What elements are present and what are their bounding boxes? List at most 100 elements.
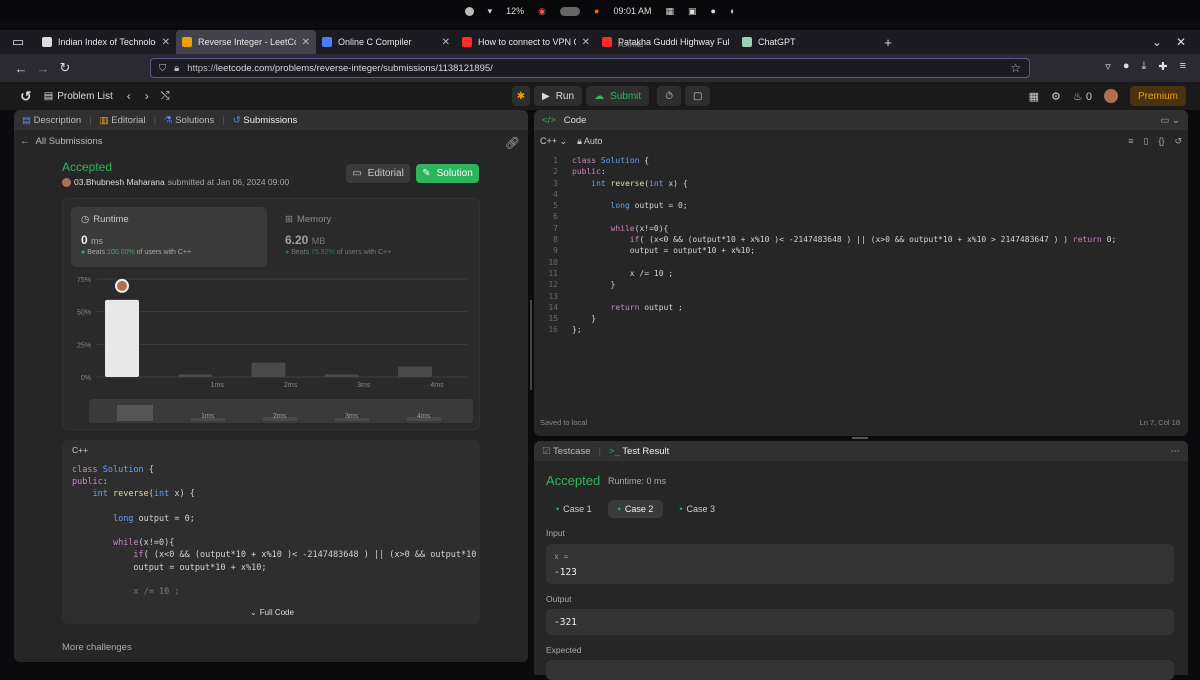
chart-bar[interactable] xyxy=(178,374,213,377)
streak-counter[interactable]: ♨ 0 xyxy=(1073,90,1092,103)
tab-submissions[interactable]: ↺ Submissions xyxy=(233,115,297,126)
case-2-tab[interactable]: • Case 2 xyxy=(607,500,664,518)
editor-line[interactable]: 14 return output ; xyxy=(542,302,1182,313)
tab-test-result[interactable]: >_ Test Result xyxy=(609,446,669,457)
leetcode-logo-icon[interactable]: ↺ xyxy=(20,88,32,105)
browser-tab-3[interactable]: How to connect to VPN Ope ✕ xyxy=(456,30,596,54)
editorial-button[interactable]: ▭ Editorial xyxy=(346,164,410,183)
avatar[interactable] xyxy=(1103,89,1118,103)
case-1-tab[interactable]: • Case 1 xyxy=(546,500,602,518)
editor-line[interactable]: 3 int reverse(int x) { xyxy=(542,178,1182,189)
wifi-icon[interactable]: ▾ xyxy=(488,6,493,17)
extensions-icon[interactable]: ✚ xyxy=(1158,60,1167,73)
code-editor[interactable]: 1 class Solution {2 public: 3 int reverse(i… xyxy=(542,155,1182,336)
expected-box[interactable] xyxy=(546,660,1174,680)
notes-button[interactable]: ▢ xyxy=(685,86,711,106)
power-icon[interactable] xyxy=(464,6,474,16)
editor-line[interactable]: 2 public: xyxy=(542,166,1182,177)
app-icon[interactable]: ◉ xyxy=(538,6,546,17)
tab-overview-icon[interactable]: ▭ xyxy=(0,34,36,50)
input-box[interactable]: x = -123 xyxy=(546,544,1174,584)
output-box[interactable]: -321 xyxy=(546,609,1174,635)
submit-button[interactable]: ☁ Submit xyxy=(586,86,650,106)
tab-testcase[interactable]: ☑ Testcase xyxy=(542,446,591,457)
case-3-tab[interactable]: • Case 3 xyxy=(669,500,725,518)
run-button[interactable]: ▶ Run xyxy=(534,86,583,106)
browser-tab-2[interactable]: Online C Compiler ✕ xyxy=(316,30,456,54)
new-tab-button[interactable]: + xyxy=(876,35,900,50)
browser-tab-5[interactable]: ChatGPT xyxy=(736,30,876,54)
shield-icon[interactable]: ⛉ xyxy=(159,63,166,74)
all-submissions-link[interactable]: ← All Submissions xyxy=(20,136,103,147)
next-problem-icon[interactable]: › xyxy=(145,89,149,103)
editor-line[interactable]: 10 xyxy=(542,257,1182,268)
download-icon[interactable]: ⤓ xyxy=(1141,60,1146,73)
close-tab-icon[interactable]: ✕ xyxy=(162,37,170,48)
editor-line[interactable]: 16}; xyxy=(542,324,1182,335)
editor-line[interactable]: 15 } xyxy=(542,313,1182,324)
browser-tab-4[interactable]: Patakha Guddi Highway Full PLAYING xyxy=(596,30,736,54)
pocket-icon[interactable]: ▿ xyxy=(1105,60,1111,73)
reset-icon[interactable]: ↺ xyxy=(1174,136,1182,147)
browser-tab-0[interactable]: Indian Index of Technology ✕ xyxy=(36,30,176,54)
chart-bar[interactable] xyxy=(324,374,359,377)
editor-line[interactable]: 5 long output = 0; xyxy=(542,200,1182,211)
chart-bar[interactable] xyxy=(398,366,433,377)
timer-button[interactable]: ⏱ xyxy=(657,86,681,106)
menu-icon[interactable]: ≡ xyxy=(1180,60,1186,73)
solution-button[interactable]: ✎ Solution xyxy=(416,164,479,183)
close-tab-icon[interactable]: ✕ xyxy=(302,37,310,48)
editor-line[interactable]: 4 xyxy=(542,189,1182,200)
format-icon[interactable]: ≡ xyxy=(1128,136,1133,147)
window-icon[interactable]: ▣ xyxy=(688,6,697,17)
palette-icon[interactable]: ◐ xyxy=(730,6,735,16)
autocomplete-toggle[interactable]: 🔒︎ Auto xyxy=(577,136,602,147)
share-link-icon[interactable]: 🔗︎ xyxy=(505,136,520,150)
premium-button[interactable]: Premium xyxy=(1129,86,1186,106)
editor-line[interactable]: 1 class Solution { xyxy=(542,155,1182,166)
lock-icon[interactable]: 🔒︎ xyxy=(174,63,179,74)
close-window-icon[interactable]: ✕ xyxy=(1176,35,1186,49)
close-tab-icon[interactable]: ✕ xyxy=(582,37,590,48)
note-icon[interactable]: ▯ xyxy=(1143,136,1148,147)
firefox-icon[interactable]: ● xyxy=(594,6,599,16)
settings-gear-icon[interactable]: ⚙ xyxy=(1051,90,1061,103)
full-code-button[interactable]: ⌄ Full Code xyxy=(250,608,294,617)
browser-tab-1[interactable]: Reverse Integer - LeetCode ✕ xyxy=(176,30,316,54)
editor-line[interactable]: 13 xyxy=(542,291,1182,302)
editor-line[interactable]: 12 } xyxy=(542,279,1182,290)
problem-list-link[interactable]: Problem List xyxy=(57,91,113,102)
layout-icon[interactable]: ▦ xyxy=(1029,90,1039,103)
account-icon[interactable]: ● xyxy=(1123,60,1130,73)
tab-editorial[interactable]: ▥ Editorial xyxy=(100,115,146,126)
ghost-icon[interactable]: ● xyxy=(711,6,716,16)
language-select[interactable]: C++ ⌄ xyxy=(540,136,567,147)
chart-scrubber[interactable]: 1ms 2ms 3ms 4ms xyxy=(89,399,473,423)
submitter-name[interactable]: 03.Bhubnesh Maharana xyxy=(74,177,165,187)
braces-icon[interactable]: {} xyxy=(1158,136,1164,147)
editor-line[interactable]: 9 output = output*10 + x%10; xyxy=(542,245,1182,256)
runtime-box[interactable]: ◷ Runtime 0 ms ● Beats 100.00% of users w… xyxy=(71,207,267,267)
bookmark-star-icon[interactable]: ☆ xyxy=(1010,61,1021,75)
close-tab-icon[interactable]: ✕ xyxy=(442,37,450,48)
memory-box[interactable]: ⊞ Memory 6.20 MB ● Beats 75.92% of users … xyxy=(275,207,471,267)
result-more-icon[interactable]: ⋯ xyxy=(1171,446,1181,457)
tab-description[interactable]: ▤ Description xyxy=(22,115,81,126)
editor-line[interactable]: 7 while(x!=0){ xyxy=(542,223,1182,234)
tab-solutions[interactable]: ⚗ Solutions xyxy=(164,115,214,126)
problem-list-icon[interactable]: ▤ xyxy=(44,91,53,102)
debug-button[interactable]: ✱ xyxy=(512,86,530,106)
horizontal-resize-handle[interactable] xyxy=(852,437,868,439)
editor-options-icon[interactable]: ▭ ⌄ xyxy=(1160,115,1180,126)
forward-icon[interactable]: → xyxy=(32,61,54,76)
chart-bar[interactable] xyxy=(105,299,139,377)
chart-bar[interactable] xyxy=(251,362,286,377)
shuffle-icon[interactable]: ⤭ xyxy=(161,90,170,103)
prev-problem-icon[interactable]: ‹ xyxy=(127,89,131,103)
grid-icon[interactable]: ▦ xyxy=(665,6,674,17)
back-icon[interactable]: ← xyxy=(10,61,32,76)
editor-line[interactable]: 8 if( (x<0 && (output*10 + x%10 )< -2147… xyxy=(542,234,1182,245)
editor-line[interactable]: 11 x /= 10 ; xyxy=(542,268,1182,279)
vertical-resize-handle[interactable] xyxy=(530,300,532,390)
address-bar[interactable]: ⛉ 🔒︎ https://leetcode.com/problems/rever… xyxy=(150,58,1030,78)
